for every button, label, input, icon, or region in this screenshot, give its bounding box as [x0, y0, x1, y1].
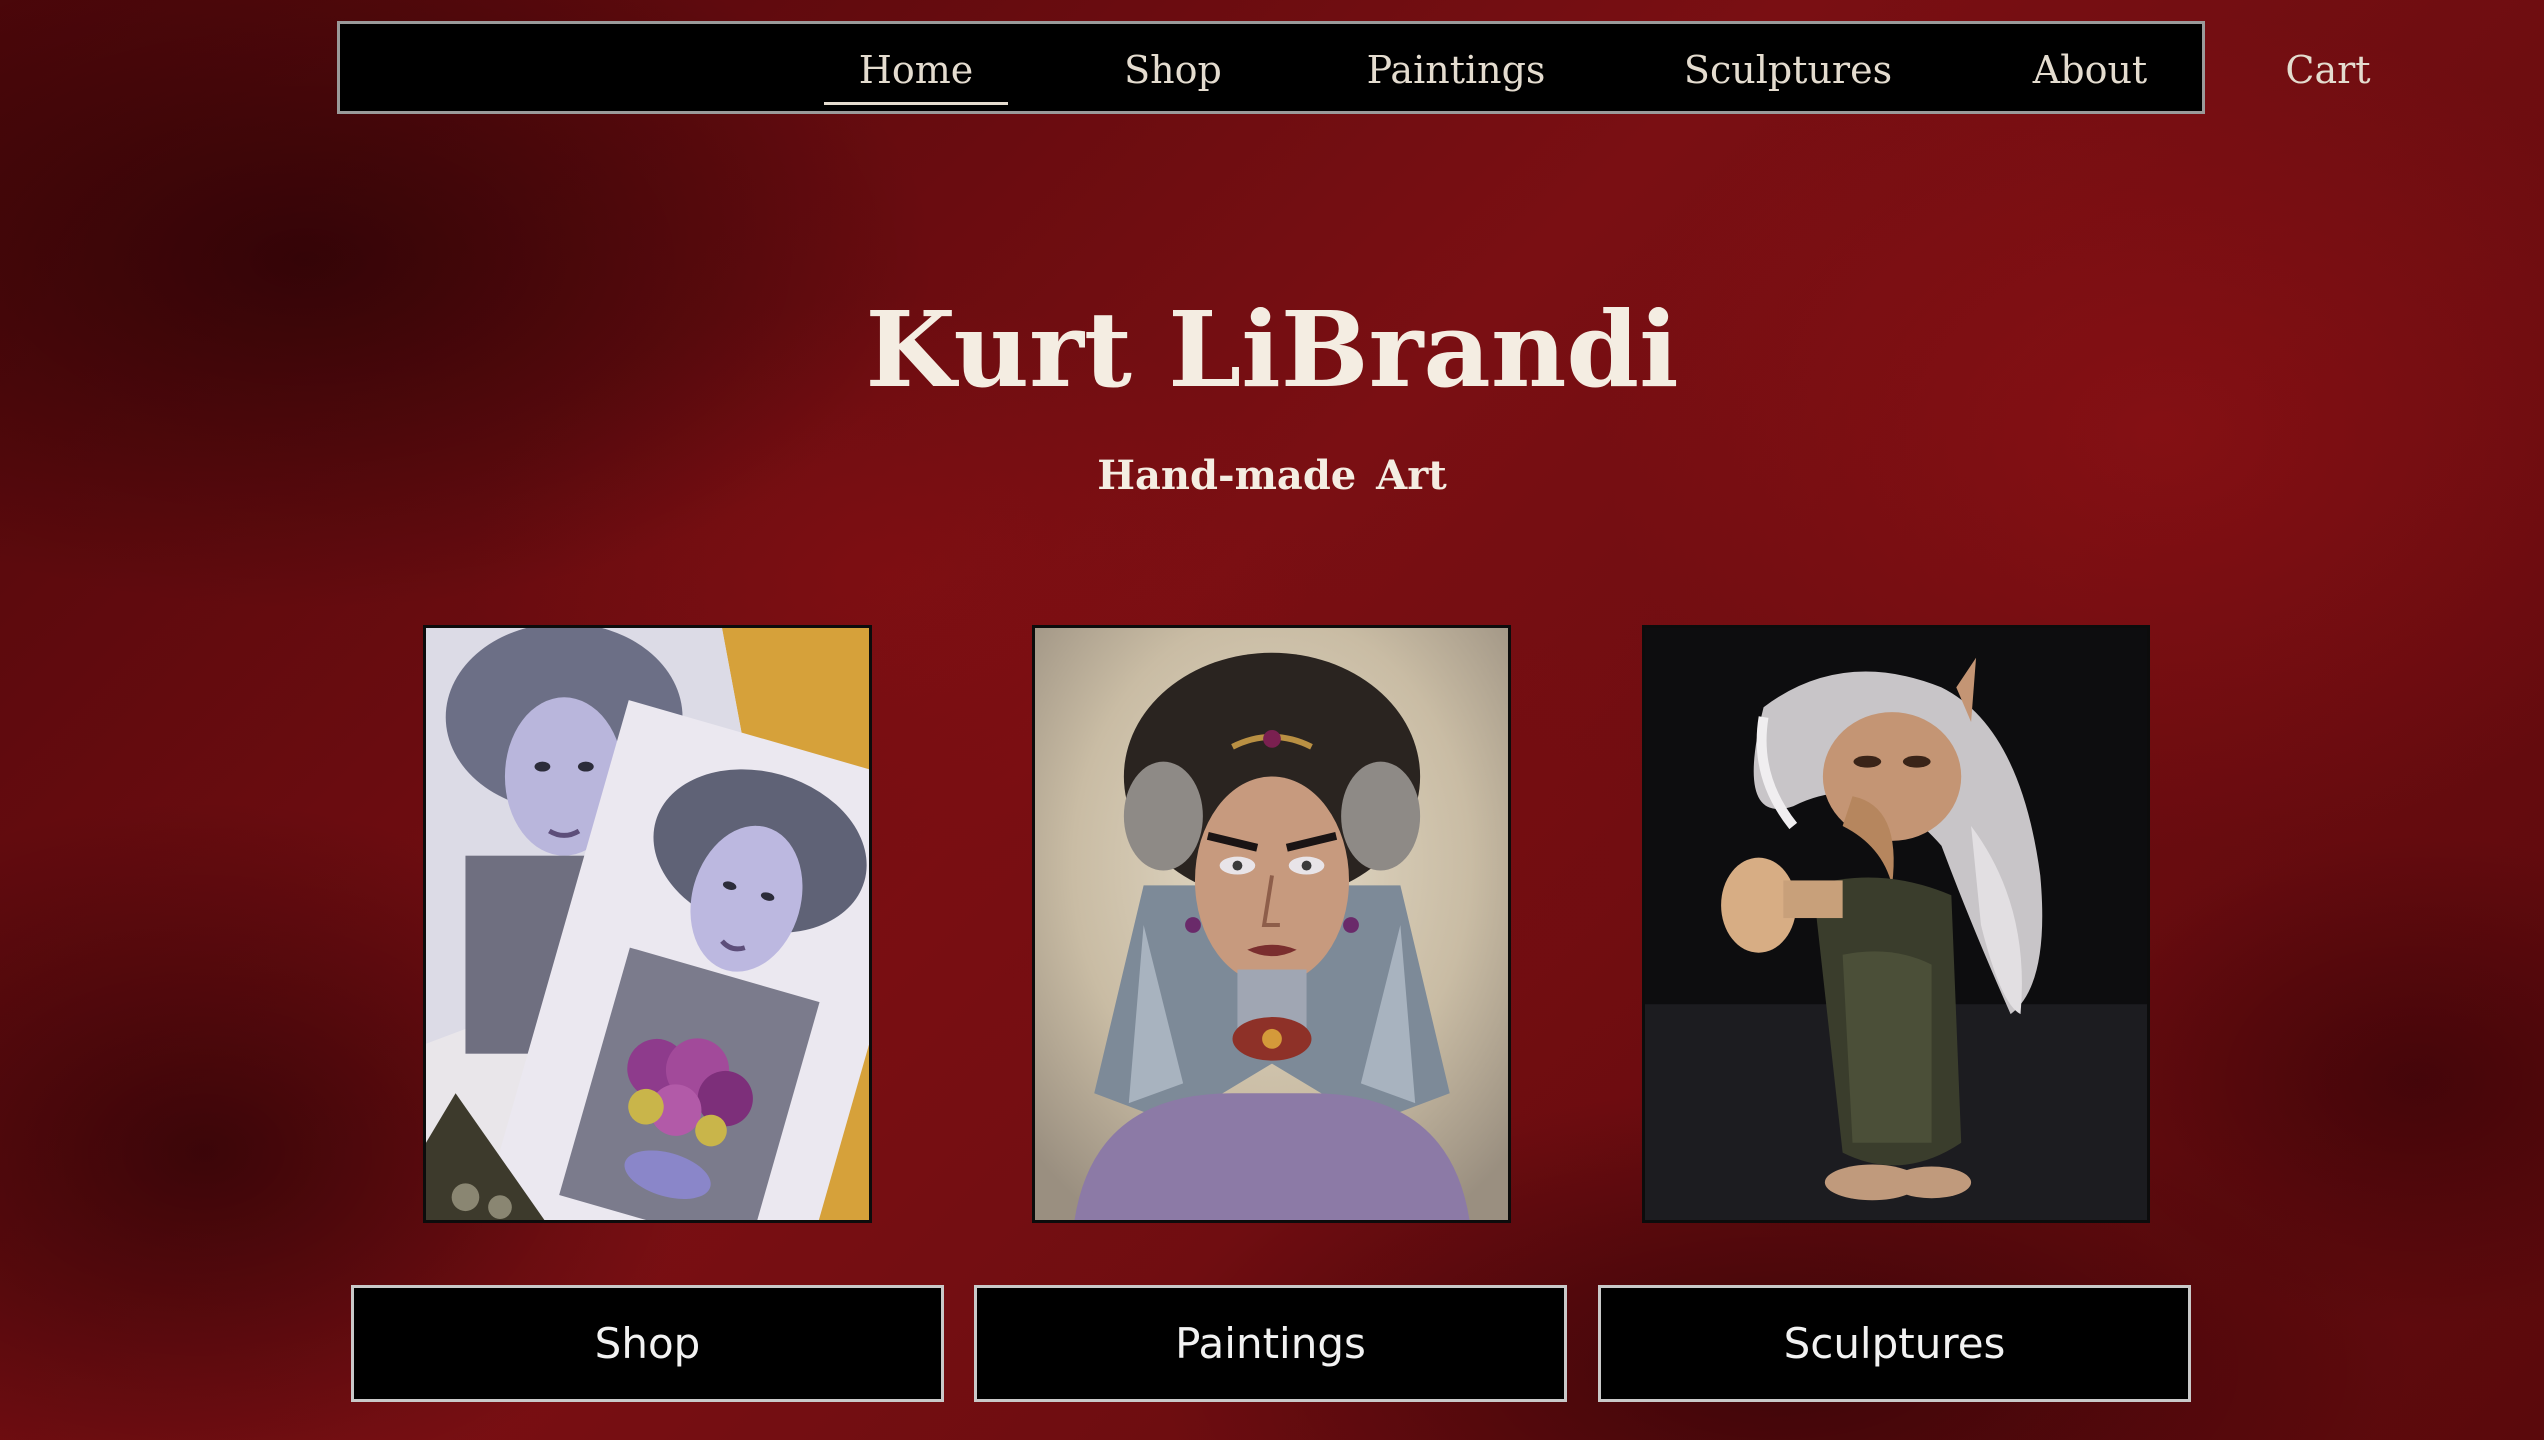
- nav-shop-link[interactable]: Shop: [1110, 24, 1236, 111]
- nav-paintings-link[interactable]: Paintings: [1358, 24, 1554, 111]
- nav-sculptures-link[interactable]: Sculptures: [1680, 24, 1896, 111]
- gnome-sculpture-image[interactable]: [1642, 625, 2150, 1223]
- nav-home-link[interactable]: Home: [824, 24, 1008, 111]
- portrait-painting-image[interactable]: [1032, 625, 1511, 1223]
- site-subtitle: Hand-made Art: [1097, 452, 1447, 499]
- sculptures-button[interactable]: Sculptures: [1598, 1285, 2191, 1402]
- paintings-button[interactable]: Paintings: [974, 1285, 1567, 1402]
- gnome-sculpture-illustration: [1645, 628, 2147, 1220]
- main-nav: Home Shop Paintings Sculptures About Car…: [337, 21, 2371, 114]
- nav-cart-link[interactable]: Cart: [2273, 24, 2383, 111]
- nav-about-link[interactable]: About: [2015, 24, 2165, 111]
- portrait-painting-illustration: [1035, 628, 1508, 1220]
- site-title: Kurt LiBrandi: [865, 288, 1679, 411]
- painting-prints-image[interactable]: [423, 625, 872, 1223]
- shop-button[interactable]: Shop: [351, 1285, 944, 1402]
- painting-prints-illustration: [426, 628, 869, 1220]
